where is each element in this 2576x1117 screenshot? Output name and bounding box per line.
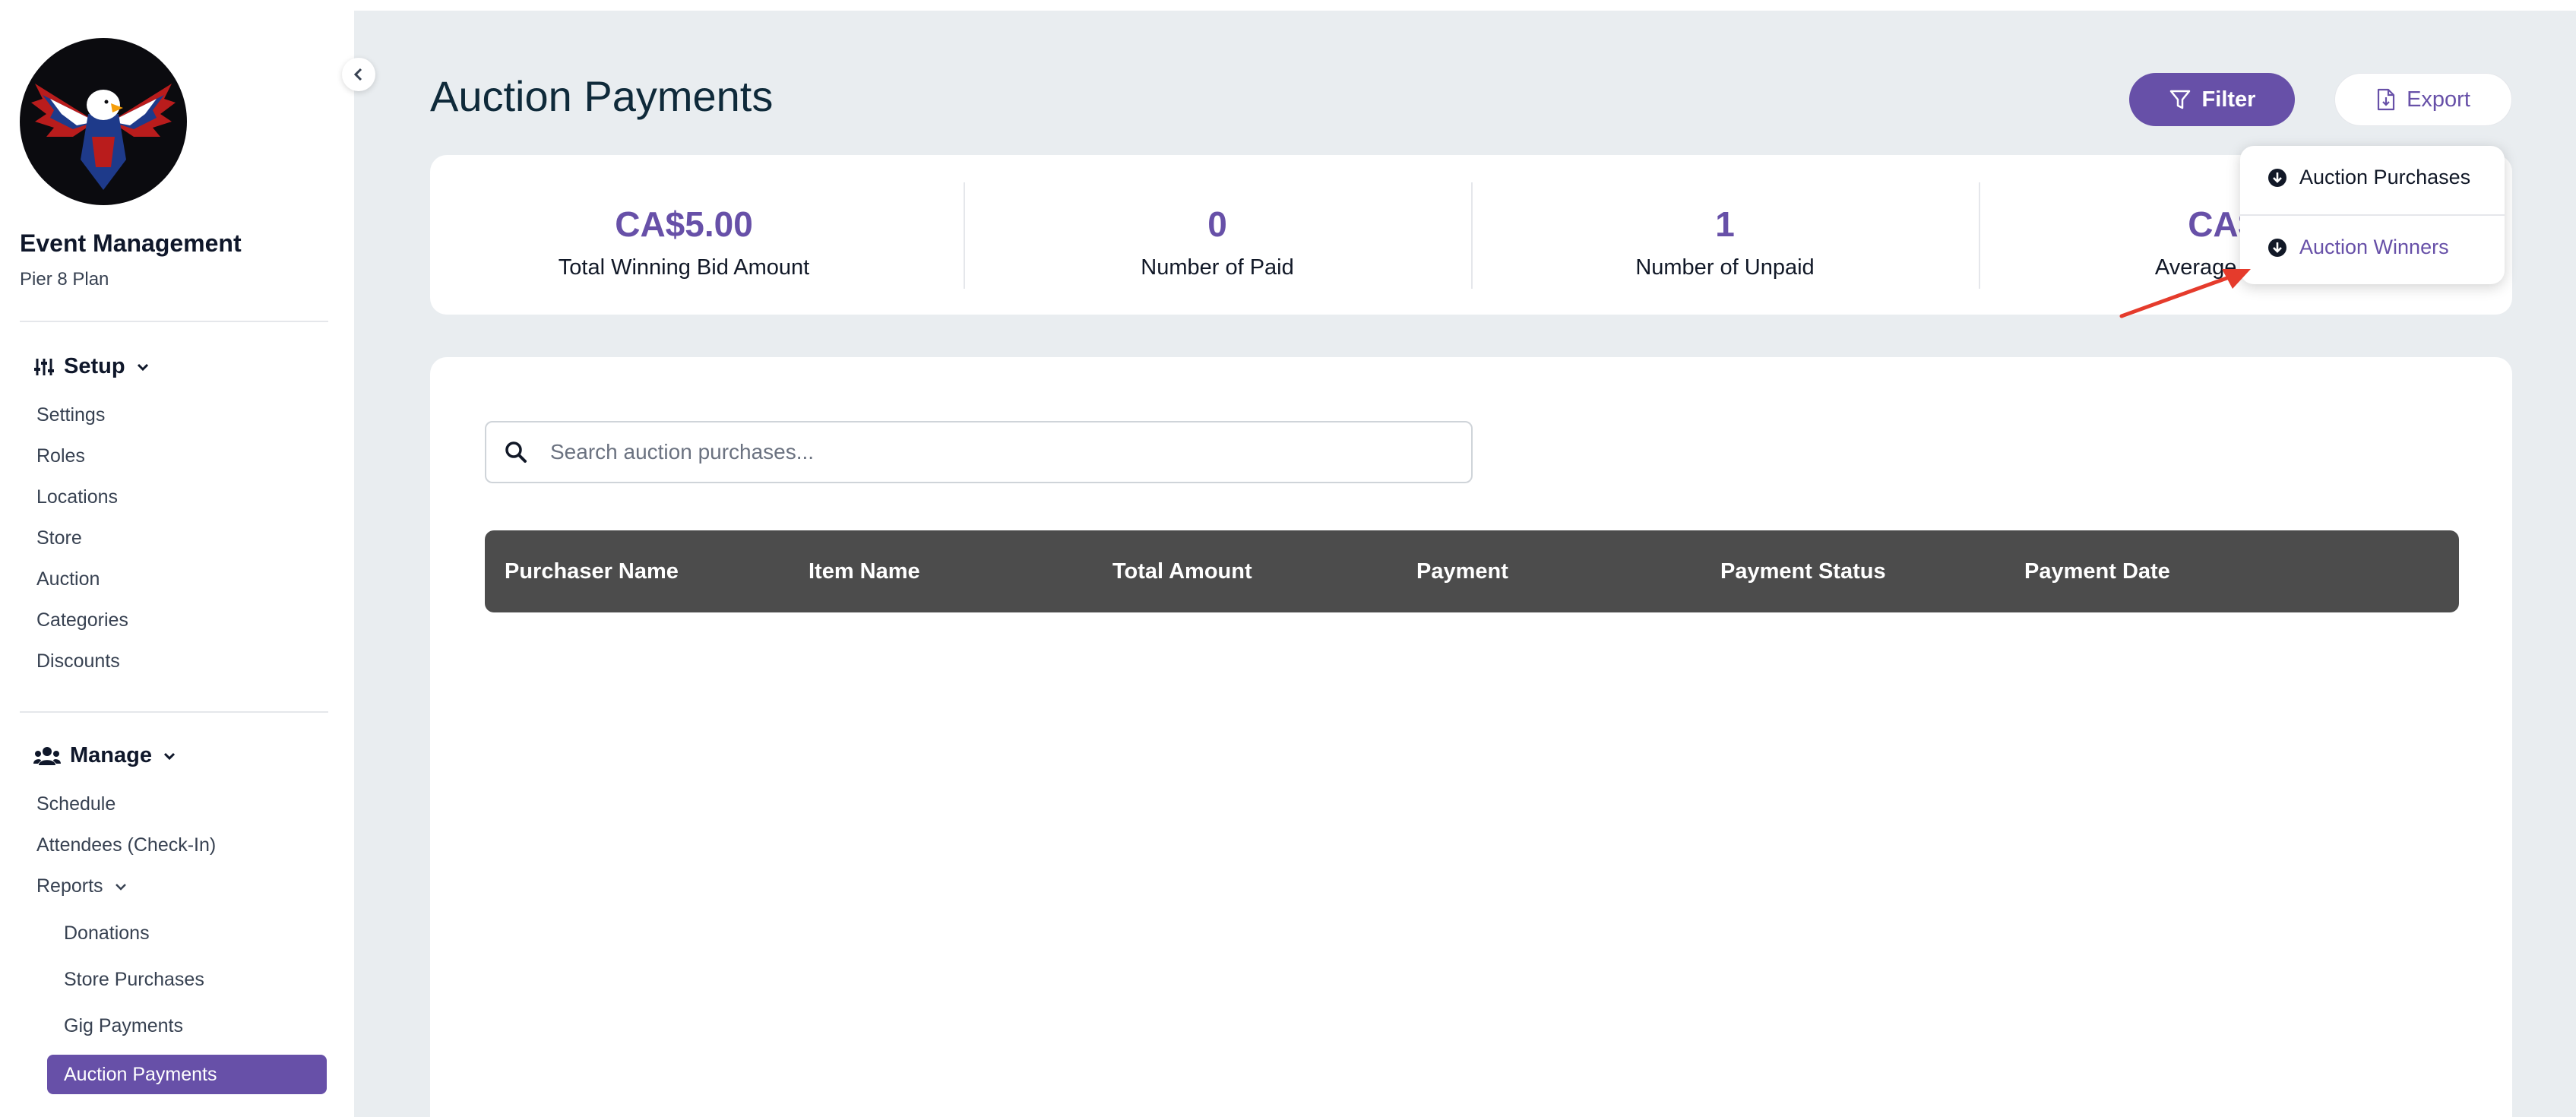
sidebar-item-categories[interactable]: Categories bbox=[36, 609, 128, 631]
filter-label: Filter bbox=[2201, 87, 2256, 112]
sidebar-item-store[interactable]: Store bbox=[36, 527, 82, 549]
sidebar-item-reports[interactable]: Reports bbox=[36, 875, 129, 897]
sidebar-section-manage[interactable]: Manage bbox=[33, 743, 178, 768]
org-title: Event Management bbox=[20, 229, 242, 257]
file-export-icon bbox=[2377, 88, 2395, 111]
search-input[interactable] bbox=[550, 440, 1447, 464]
column-header-total-amount[interactable]: Total Amount bbox=[1112, 530, 1252, 612]
stat-number-unpaid: 1 Number of Unpaid bbox=[1471, 155, 1979, 315]
stat-value: CA$5.00 bbox=[615, 204, 753, 244]
sidebar-item-auction[interactable]: Auction bbox=[36, 568, 100, 590]
sidebar-divider bbox=[20, 711, 328, 713]
purchases-table-card: Purchaser Name Item Name Total Amount Pa… bbox=[430, 357, 2512, 1117]
export-auction-winners[interactable]: Auction Winners bbox=[2267, 236, 2449, 259]
annotation-arrow-icon bbox=[2119, 269, 2251, 318]
sidebar-item-discounts[interactable]: Discounts bbox=[36, 650, 120, 672]
sidebar-item-settings[interactable]: Settings bbox=[36, 404, 105, 426]
sidebar-section-setup[interactable]: Setup bbox=[33, 354, 151, 379]
table-header: Purchaser Name Item Name Total Amount Pa… bbox=[485, 530, 2459, 612]
sidebar-item-auction-payments[interactable]: Auction Payments bbox=[47, 1055, 327, 1094]
org-subtitle: Pier 8 Plan bbox=[20, 269, 109, 290]
filter-icon bbox=[2169, 90, 2190, 109]
stat-label: Number of Unpaid bbox=[1635, 255, 1815, 280]
sidebar-item-donations[interactable]: Donations bbox=[64, 922, 150, 945]
users-icon bbox=[33, 746, 61, 765]
filter-button[interactable]: Filter bbox=[2129, 73, 2295, 126]
sliders-icon bbox=[34, 358, 54, 375]
manage-label: Manage bbox=[70, 743, 152, 767]
column-header-payment[interactable]: Payment bbox=[1416, 530, 1508, 612]
dropdown-divider bbox=[2240, 214, 2505, 216]
sidebar-item-gig-payments[interactable]: Gig Payments bbox=[64, 1015, 183, 1037]
sidebar-item-attendees[interactable]: Attendees (Check-In) bbox=[36, 834, 216, 856]
column-header-item-name[interactable]: Item Name bbox=[809, 530, 920, 612]
chevron-down-icon bbox=[137, 363, 148, 371]
export-label: Export bbox=[2407, 87, 2470, 112]
chevron-down-icon bbox=[163, 752, 176, 760]
eagle-logo-icon bbox=[21, 40, 185, 204]
chevron-down-icon bbox=[115, 883, 126, 891]
stat-total-winning-bid: CA$5.00 Total Winning Bid Amount bbox=[430, 155, 938, 315]
page-title: Auction Payments bbox=[430, 72, 774, 120]
sidebar-collapse-button[interactable] bbox=[342, 58, 375, 91]
sidebar-divider bbox=[20, 321, 328, 322]
export-auction-purchases-label: Auction Purchases bbox=[2299, 166, 2471, 188]
stat-value: 0 bbox=[1207, 204, 1227, 244]
search-icon bbox=[505, 441, 527, 463]
column-header-payment-status[interactable]: Payment Status bbox=[1720, 530, 1886, 612]
circle-download-icon bbox=[2268, 168, 2286, 187]
search-box[interactable] bbox=[485, 421, 1473, 483]
chevron-left-icon bbox=[353, 68, 362, 81]
sidebar-item-roles[interactable]: Roles bbox=[36, 445, 85, 467]
column-header-payment-date[interactable]: Payment Date bbox=[2024, 530, 2170, 612]
circle-download-icon bbox=[2268, 238, 2286, 257]
sidebar-item-store-purchases[interactable]: Store Purchases bbox=[64, 969, 204, 991]
stat-label: Number of Paid bbox=[1141, 255, 1294, 280]
export-dropdown-menu: Auction Purchases Auction Winners bbox=[2240, 146, 2505, 284]
sidebar-item-schedule[interactable]: Schedule bbox=[36, 793, 116, 815]
sidebar: Event Management Pier 8 Plan Setup Setti… bbox=[0, 0, 354, 1117]
reports-label: Reports bbox=[36, 875, 103, 897]
sidebar-item-locations[interactable]: Locations bbox=[36, 486, 118, 508]
setup-label: Setup bbox=[64, 354, 125, 378]
stat-value: 1 bbox=[1715, 204, 1735, 244]
main-content: Auction Payments Filter Export CA$5.00 T… bbox=[354, 11, 2576, 1117]
column-header-purchaser-name[interactable]: Purchaser Name bbox=[505, 530, 679, 612]
stat-label: Total Winning Bid Amount bbox=[558, 255, 810, 280]
stat-number-paid: 0 Number of Paid bbox=[964, 155, 1471, 315]
export-auction-winners-label: Auction Winners bbox=[2299, 236, 2449, 258]
org-logo bbox=[20, 38, 187, 205]
export-button[interactable]: Export bbox=[2334, 73, 2512, 126]
export-auction-purchases[interactable]: Auction Purchases bbox=[2267, 166, 2470, 189]
